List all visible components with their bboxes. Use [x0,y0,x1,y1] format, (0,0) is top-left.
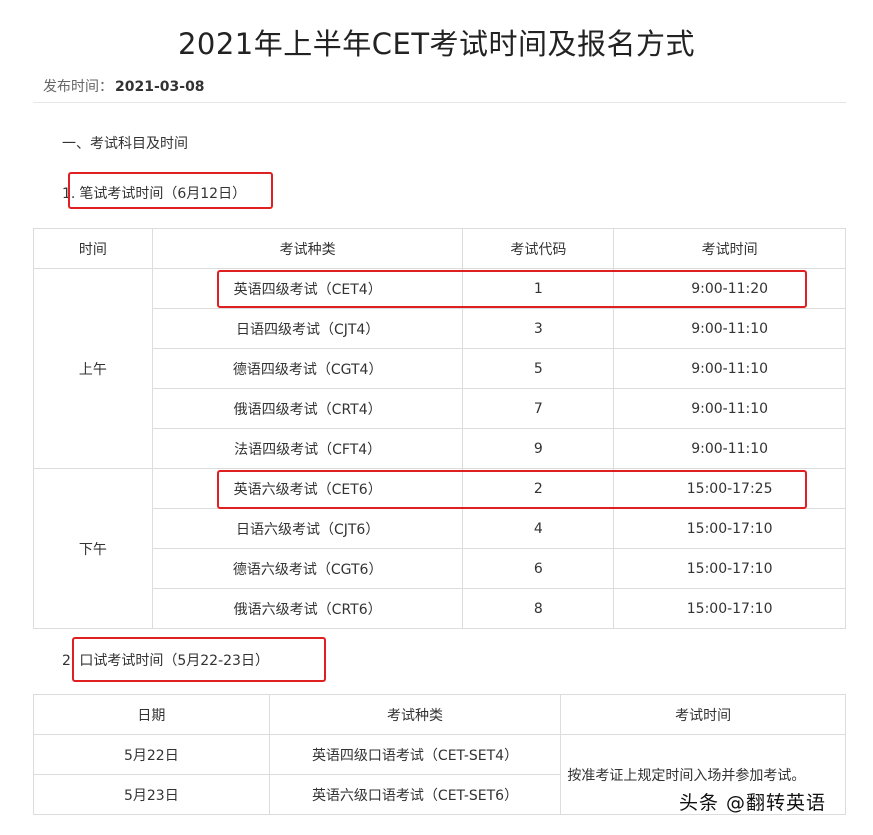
code-cell: 3 [462,308,615,349]
highlight-box [72,637,326,682]
table-header-row: 时间 考试种类 考试代码 考试时间 [33,228,846,269]
highlight-box [217,470,807,509]
divider [33,102,846,103]
code-cell: 5 [462,348,615,389]
highlight-box [68,172,273,209]
code-cell: 7 [462,388,615,429]
exam-cell: 日语六级考试（CJT6） [151,508,464,549]
time-cell: 9:00-11:10 [613,348,846,389]
period-cell: 上午 [33,268,153,469]
exam-cell: 俄语四级考试（CRT4） [151,388,464,429]
table-row: 德语六级考试（CGT6） 6 15:00-17:10 [34,548,846,589]
section-heading: 一、考试科目及时间 [62,136,188,152]
header-date: 日期 [33,694,270,735]
exam-cell: 德语六级考试（CGT6） [151,548,464,589]
exam-cell: 日语四级考试（CJT4） [151,308,464,349]
header-exam-type: 考试种类 [268,694,562,735]
table-header-row: 日期 考试种类 考试时间 [33,694,846,735]
table-row: 俄语四级考试（CRT4） 7 9:00-11:10 [34,388,846,429]
time-cell: 15:00-17:10 [613,548,846,589]
time-cell: 9:00-11:10 [613,428,846,469]
header-exam-time: 考试时间 [613,228,846,269]
header-exam-code: 考试代码 [462,228,615,269]
code-cell: 9 [462,428,615,469]
header-exam-time: 考试时间 [560,694,846,735]
exam-cell: 法语四级考试（CFT4） [151,428,464,469]
publish-label: 发布时间： [43,79,113,95]
code-cell: 6 [462,548,615,589]
table-row: 日语四级考试（CJT4） 3 9:00-11:10 [34,308,846,349]
exam-cell: 英语六级口语考试（CET-SET6） [268,774,562,815]
publish-date: 2021-03-08 [115,79,205,95]
date-cell: 5月23日 [33,774,270,815]
table-row: 德语四级考试（CGT4） 5 9:00-11:10 [34,348,846,389]
watermark: 头条 @翻转英语 [679,792,827,814]
time-cell: 15:00-17:10 [613,588,846,629]
code-cell: 4 [462,508,615,549]
exam-cell: 英语四级口语考试（CET-SET4） [268,734,562,775]
table-row: 法语四级考试（CFT4） 9 9:00-11:10 [34,428,846,469]
table-row: 5月22日 英语四级口语考试（CET-SET4） 按准考证上规定时间入场并参加考… [33,734,846,815]
table-row: 俄语六级考试（CRT6） 8 15:00-17:10 [34,588,846,629]
time-cell: 9:00-11:10 [613,308,846,349]
time-cell: 15:00-17:10 [613,508,846,549]
period-cell: 下午 [33,468,153,629]
code-cell: 8 [462,588,615,629]
page-title: 2021年上半年CET考试时间及报名方式 [177,27,696,62]
header-time: 时间 [33,228,153,269]
exam-cell: 俄语六级考试（CRT6） [151,588,464,629]
publish-meta: 发布时间： 2021-03-08 [43,76,205,96]
table-row: 日语六级考试（CJT6） 4 15:00-17:10 [34,508,846,549]
header-exam-type: 考试种类 [151,228,464,269]
exam-cell: 德语四级考试（CGT4） [151,348,464,389]
time-cell: 9:00-11:10 [613,388,846,429]
highlight-box [217,270,807,308]
date-cell: 5月22日 [33,734,270,775]
